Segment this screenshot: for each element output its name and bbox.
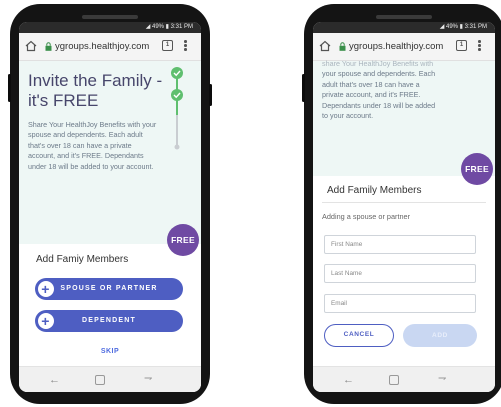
description-line: adult that's over 18 can have a <box>322 79 420 89</box>
free-badge: FREE <box>167 224 199 256</box>
cancel-button[interactable]: CANCEL <box>324 324 394 347</box>
page-title: Invite the Family - it's FREE <box>28 71 163 110</box>
dependent-button-label: DEPENDENT <box>82 317 136 324</box>
tabs-icon[interactable]: 1 <box>456 40 467 51</box>
home-icon[interactable] <box>319 40 331 52</box>
plus-icon: + <box>38 313 54 329</box>
system-nav-bar: ← ⇁ <box>313 366 495 392</box>
volume-button <box>302 74 305 102</box>
speaker-grille <box>82 15 138 19</box>
description-line: share Your HealthJoy Benefits with <box>322 59 434 68</box>
section-title: Add Famiy Members <box>36 254 129 265</box>
power-button <box>209 84 212 106</box>
phone-right: ◢ 49% ▮ 3:31 PM ygroups.healthjoy.com 1 … <box>302 4 501 404</box>
description-text: share Your HealthJoy Benefits with your … <box>322 59 452 121</box>
lock-icon <box>45 42 52 51</box>
home-icon[interactable] <box>25 40 37 52</box>
home-nav-icon[interactable] <box>389 375 399 385</box>
url-text[interactable]: ygroups.healthjoy.com <box>349 41 443 52</box>
recents-icon[interactable]: ⇁ <box>438 373 446 384</box>
home-nav-icon[interactable] <box>95 375 105 385</box>
form-subtitle: Adding a spouse or partner <box>322 212 411 221</box>
dependent-button[interactable]: + DEPENDENT <box>35 310 183 332</box>
recents-icon[interactable]: ⇁ <box>144 373 152 384</box>
status-bar: ◢ 49% ▮ 3:31 PM <box>313 22 495 33</box>
description-line: to your account. <box>322 111 374 121</box>
first-name-field[interactable]: First Name <box>324 235 476 254</box>
description-text: Share Your HealthJoy Benefits with your … <box>28 120 157 171</box>
description-line: your spouse and dependents. Each <box>322 69 436 79</box>
screen-left: ◢ 49% ▮ 3:31 PM ygroups.healthjoy.com 1 … <box>19 22 201 392</box>
last-name-field[interactable]: Last Name <box>324 264 476 283</box>
speaker-grille <box>376 15 432 19</box>
lock-icon <box>339 42 346 51</box>
description-line: private account, and it's FREE. <box>322 90 421 100</box>
tabs-icon[interactable]: 1 <box>162 40 173 51</box>
hero-section: Invite the Family - it's FREE Share Your… <box>19 61 201 244</box>
spouse-or-partner-button[interactable]: + SPOUSE OR PARTNER <box>35 278 183 300</box>
free-badge: FREE <box>461 153 493 185</box>
spouse-button-label: SPOUSE OR PARTNER <box>60 285 158 292</box>
status-bar: ◢ 49% ▮ 3:31 PM <box>19 22 201 33</box>
overflow-menu-icon[interactable] <box>478 40 481 52</box>
add-button[interactable]: ADD <box>403 324 477 347</box>
browser-bar: ygroups.healthjoy.com 1 <box>19 33 201 61</box>
skip-link[interactable]: SKIP <box>19 348 201 355</box>
browser-bar: ygroups.healthjoy.com 1 <box>313 33 495 61</box>
screen-right: ◢ 49% ▮ 3:31 PM ygroups.healthjoy.com 1 … <box>313 22 495 392</box>
system-nav-bar: ← ⇁ <box>19 366 201 392</box>
plus-icon: + <box>38 281 54 297</box>
back-icon[interactable]: ← <box>343 374 354 386</box>
divider <box>322 202 486 203</box>
url-text[interactable]: ygroups.healthjoy.com <box>55 41 149 52</box>
phone-left: ◢ 49% ▮ 3:31 PM ygroups.healthjoy.com 1 … <box>8 4 212 404</box>
email-field[interactable]: Email <box>324 294 476 313</box>
volume-button <box>8 74 11 102</box>
back-icon[interactable]: ← <box>49 374 60 386</box>
section-title: Add Family Members <box>327 185 422 196</box>
progress-steps <box>171 67 183 150</box>
description-line: Dependants under 18 will be added <box>322 100 436 110</box>
overflow-menu-icon[interactable] <box>184 40 187 52</box>
